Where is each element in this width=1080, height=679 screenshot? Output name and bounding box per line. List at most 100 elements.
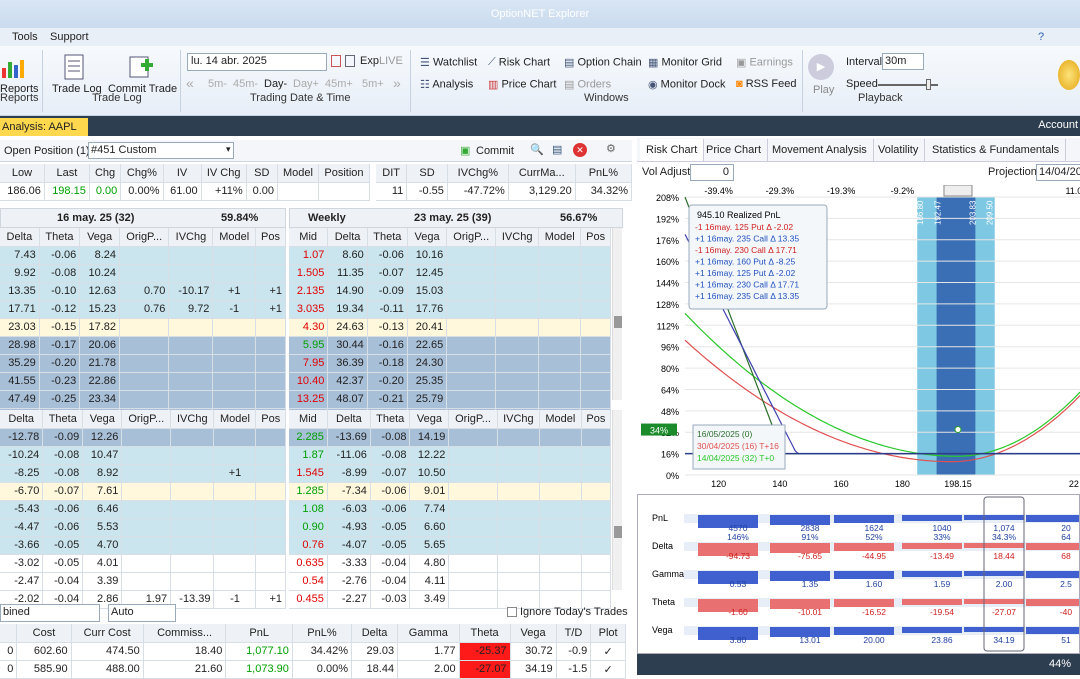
auto-select[interactable]: Auto bbox=[108, 604, 176, 622]
table-row[interactable]: 2.135 14.90 -0.09 15.03 bbox=[289, 282, 611, 301]
monitor-grid-button[interactable]: Monitor Grid bbox=[661, 56, 722, 68]
chevron-down-icon[interactable]: ▾ bbox=[226, 144, 231, 155]
exp-label[interactable]: Exp bbox=[360, 55, 379, 67]
table-row[interactable]: 0.90 -4.93 -0.05 6.60 bbox=[289, 518, 612, 537]
table-row[interactable]: 0 602.60 474.50 18.40 1,077.10 34.42% 29.03 1.7… bbox=[0, 642, 626, 661]
orders-button[interactable]: Orders bbox=[577, 78, 611, 90]
tab-volatility[interactable]: Volatility bbox=[872, 139, 926, 161]
play-icon[interactable]: ▶ bbox=[808, 54, 834, 80]
gear-icon[interactable]: ⚙ bbox=[606, 142, 616, 155]
step-5m-back[interactable]: 5m- bbox=[208, 78, 227, 90]
table-row[interactable]: 1.87 -11.06 -0.08 12.22 bbox=[289, 446, 612, 465]
account-label[interactable]: Account bbox=[1038, 119, 1078, 131]
earnings-button[interactable]: Earnings bbox=[749, 56, 792, 68]
commit-trade-icon[interactable] bbox=[128, 54, 154, 83]
puts-scrollbar[interactable] bbox=[612, 410, 622, 590]
table-row[interactable]: 0 585.90 488.00 21.60 1,073.90 0.00% 18.44 2.00… bbox=[0, 660, 626, 679]
delete-icon[interactable]: ✕ bbox=[573, 143, 587, 157]
step-day-fwd[interactable]: Day+ bbox=[293, 78, 319, 90]
table-row[interactable]: 3.035 19.34 -0.11 17.76 bbox=[289, 300, 611, 319]
fast-forward-icon[interactable]: » bbox=[393, 75, 401, 91]
table-row[interactable]: 35.29 -0.20 21.78 bbox=[0, 354, 286, 373]
table-row[interactable]: -2.47 -0.04 3.39 bbox=[0, 572, 286, 591]
risk-chart[interactable]: 208% 192% 176% 160% 144% 128% 112% 96% 80% 64% 48%… bbox=[637, 185, 1080, 490]
risk-chart-button[interactable]: Risk Chart bbox=[499, 56, 550, 68]
tab-price-chart[interactable]: Price Chart bbox=[700, 139, 769, 161]
table-row[interactable]: 7.43 -0.06 8.24 bbox=[0, 246, 286, 265]
search-icon[interactable]: 🔍 bbox=[530, 143, 544, 156]
step-45m-back[interactable]: 45m- bbox=[233, 78, 258, 90]
calendar-icon[interactable] bbox=[331, 55, 341, 67]
date-input[interactable]: lu. 14 abr. 2025 bbox=[187, 53, 327, 71]
rewind-icon[interactable]: « bbox=[186, 75, 194, 91]
reports-icon[interactable] bbox=[0, 56, 26, 83]
table-row[interactable]: 1.08 -6.03 -0.06 7.74 bbox=[289, 500, 612, 519]
live-label[interactable]: LIVE bbox=[379, 55, 403, 67]
table-cell bbox=[212, 318, 257, 337]
table-row[interactable]: 13.35 -0.10 12.63 0.70 -10.17 +1 +1 bbox=[0, 282, 286, 301]
table-row[interactable]: -4.47 -0.06 5.53 bbox=[0, 518, 286, 537]
option-chain-button[interactable]: Option Chain bbox=[577, 56, 641, 68]
table-row[interactable]: 5.95 30.44 -0.16 22.65 bbox=[289, 336, 611, 355]
table-row[interactable]: -3.66 -0.05 4.70 bbox=[0, 536, 286, 555]
table-row[interactable]: 10.40 42.37 -0.20 25.35 bbox=[289, 372, 611, 391]
scrollbar-thumb[interactable] bbox=[614, 316, 622, 328]
monitor-dock-button[interactable]: Monitor Dock bbox=[661, 78, 726, 90]
interval-select[interactable]: 30m bbox=[882, 53, 924, 70]
table-row[interactable]: 4.30 24.63 -0.13 20.41 bbox=[289, 318, 611, 337]
table-row[interactable]: -8.25 -0.08 8.92 +1 bbox=[0, 464, 286, 483]
table-row[interactable]: 28.98 -0.17 20.06 bbox=[0, 336, 286, 355]
rss-feed-button[interactable]: RSS Feed bbox=[746, 78, 797, 90]
watchlist-button[interactable]: Watchlist bbox=[433, 56, 477, 68]
table-row[interactable]: -5.43 -0.06 6.46 bbox=[0, 500, 286, 519]
commit-button[interactable]: Commit bbox=[476, 145, 514, 157]
projection-date-input[interactable]: 14/04/20 bbox=[1036, 164, 1080, 181]
table-row[interactable]: 41.55 -0.23 22.86 bbox=[0, 372, 286, 391]
vol-adjust-input[interactable]: 0 bbox=[690, 164, 734, 181]
table-row[interactable]: 17.71 -0.12 15.23 0.76 9.72 -1 +1 bbox=[0, 300, 286, 319]
table-row[interactable]: 7.95 36.39 -0.18 24.30 bbox=[289, 354, 611, 373]
tab-movement-analysis[interactable]: Movement Analysis bbox=[766, 139, 874, 161]
help-icon[interactable]: ? bbox=[1038, 31, 1044, 43]
export-icon[interactable]: ▤ bbox=[552, 143, 562, 156]
table-row[interactable]: -10.24 -0.08 10.47 bbox=[0, 446, 286, 465]
step-day-back[interactable]: Day- bbox=[264, 78, 287, 90]
play-button[interactable]: Play bbox=[813, 84, 834, 96]
position-select[interactable]: #451 Custom bbox=[88, 142, 234, 159]
step-5m-fwd[interactable]: 5m+ bbox=[362, 78, 384, 90]
column-header: Model bbox=[212, 228, 257, 247]
scrollbar-thumb[interactable] bbox=[614, 526, 622, 538]
table-row[interactable]: 1.545 -8.99 -0.07 10.50 bbox=[289, 464, 612, 483]
table-row[interactable]: -6.70 -0.07 7.61 bbox=[0, 482, 286, 501]
table-row[interactable]: -3.02 -0.05 4.01 bbox=[0, 554, 286, 573]
table-cell bbox=[538, 246, 582, 265]
table-row[interactable]: 0.635 -3.33 -0.04 4.80 bbox=[289, 554, 612, 573]
tab-analysis-aapl[interactable]: Analysis: AAPL ✕ bbox=[0, 118, 88, 151]
analysis-button[interactable]: Analysis bbox=[432, 78, 473, 90]
ignore-trades-checkbox[interactable] bbox=[507, 607, 517, 617]
table-row[interactable]: 0.54 -2.76 -0.04 4.11 bbox=[289, 572, 612, 591]
table-row[interactable]: 2.285 -13.69 -0.08 14.19 bbox=[289, 428, 612, 447]
table-cell: -2.47 bbox=[0, 572, 44, 591]
calls-scrollbar[interactable] bbox=[612, 228, 622, 400]
table-row[interactable]: 0.76 -4.07 -0.05 5.65 bbox=[289, 536, 612, 555]
table-row[interactable]: 1.285 -7.34 -0.06 9.01 bbox=[289, 482, 612, 501]
table-row[interactable]: 1.505 11.35 -0.07 12.45 bbox=[289, 264, 611, 283]
price-chart-button[interactable]: Price Chart bbox=[501, 78, 556, 90]
table-row[interactable]: 13.25 48.07 -0.21 25.79 bbox=[289, 390, 611, 409]
table-row[interactable]: 1.07 8.60 -0.06 10.16 bbox=[289, 246, 611, 265]
trade-log-icon[interactable] bbox=[64, 54, 84, 83]
table-cell: 1.545 bbox=[289, 464, 328, 483]
tab-risk-chart[interactable]: Risk Chart bbox=[640, 139, 705, 161]
table-row[interactable]: -12.78 -0.09 12.26 bbox=[0, 428, 286, 447]
table-row[interactable]: 9.92 -0.08 10.24 bbox=[0, 264, 286, 283]
speed-slider-handle[interactable] bbox=[926, 79, 931, 90]
table-row[interactable]: 23.03 -0.15 17.82 bbox=[0, 318, 286, 337]
expiry-calendar-icon[interactable] bbox=[345, 55, 355, 67]
tab-statistics-fundamentals[interactable]: Statistics & Fundamentals bbox=[926, 139, 1067, 161]
menu-support[interactable]: Support bbox=[50, 31, 89, 43]
step-45m-fwd[interactable]: 45m+ bbox=[325, 78, 353, 90]
table-row[interactable]: 47.49 -0.25 23.34 bbox=[0, 390, 286, 409]
menu-tools[interactable]: Tools bbox=[12, 31, 38, 43]
group-mode-select[interactable]: bined bbox=[0, 604, 100, 622]
